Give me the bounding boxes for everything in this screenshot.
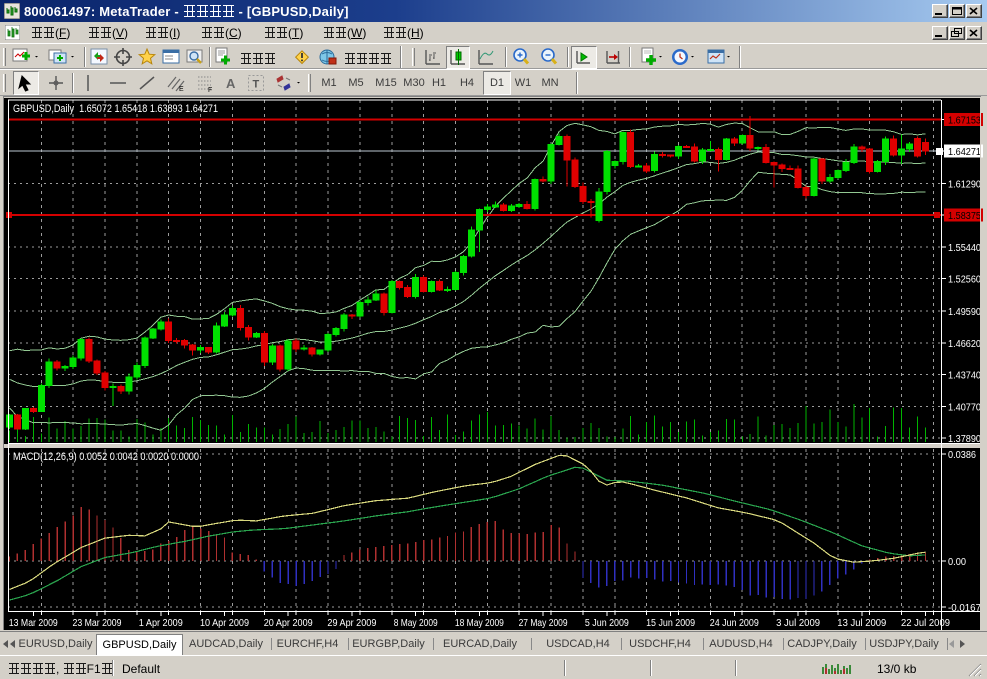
svg-text:1.37890: 1.37890 [948, 434, 981, 445]
svg-text:1.61290: 1.61290 [948, 180, 981, 191]
svg-text:1.49590: 1.49590 [948, 307, 981, 318]
svg-text:13 Jul 2009: 13 Jul 2009 [837, 618, 886, 629]
svg-text:1.52560: 1.52560 [948, 275, 981, 286]
svg-text:1.55440: 1.55440 [948, 243, 981, 254]
svg-text:GBPUSD,Daily 1.65072 1.65418: GBPUSD,Daily 1.65072 1.65418 1.63893 1.6… [13, 103, 218, 115]
svg-text:3 Jul 2009: 3 Jul 2009 [776, 618, 820, 629]
svg-text:1.67153: 1.67153 [948, 116, 981, 127]
svg-text:1 Apr 2009: 1 Apr 2009 [139, 618, 183, 629]
svg-text:1.40770: 1.40770 [948, 403, 981, 414]
svg-text:1.43740: 1.43740 [948, 370, 981, 381]
svg-text:1.46620: 1.46620 [948, 339, 981, 350]
svg-text:24 Jun 2009: 24 Jun 2009 [710, 618, 759, 629]
svg-text:E: E [179, 86, 184, 93]
svg-text:20 Apr 2009: 20 Apr 2009 [264, 618, 313, 629]
svg-text:-0.0167: -0.0167 [948, 603, 981, 614]
svg-text:0.00: 0.00 [948, 557, 966, 568]
svg-text:18 May 2009: 18 May 2009 [455, 618, 504, 629]
svg-text:13 Mar 2009: 13 Mar 2009 [9, 618, 58, 629]
svg-text:0.0386: 0.0386 [948, 450, 976, 461]
svg-text:23 Mar 2009: 23 Mar 2009 [73, 618, 122, 629]
svg-text:8 May 2009: 8 May 2009 [394, 618, 438, 629]
svg-text:T: T [253, 79, 260, 91]
svg-text:1.64271: 1.64271 [948, 147, 981, 158]
svg-text:22 Jul 2009: 22 Jul 2009 [901, 618, 950, 629]
svg-text:10 Apr 2009: 10 Apr 2009 [200, 618, 249, 629]
svg-text:F: F [208, 87, 212, 93]
svg-text:1.58375: 1.58375 [948, 211, 981, 222]
svg-text:27 May 2009: 27 May 2009 [519, 618, 568, 629]
svg-text:MACD(12,26,9) 0.0052 0.0042 0.: MACD(12,26,9) 0.0052 0.0042 0.0020 0.000… [13, 451, 199, 463]
svg-text:15 Jun 2009: 15 Jun 2009 [646, 618, 695, 629]
svg-text:29 Apr 2009: 29 Apr 2009 [327, 618, 376, 629]
svg-text:5 Jun 2009: 5 Jun 2009 [585, 618, 629, 629]
